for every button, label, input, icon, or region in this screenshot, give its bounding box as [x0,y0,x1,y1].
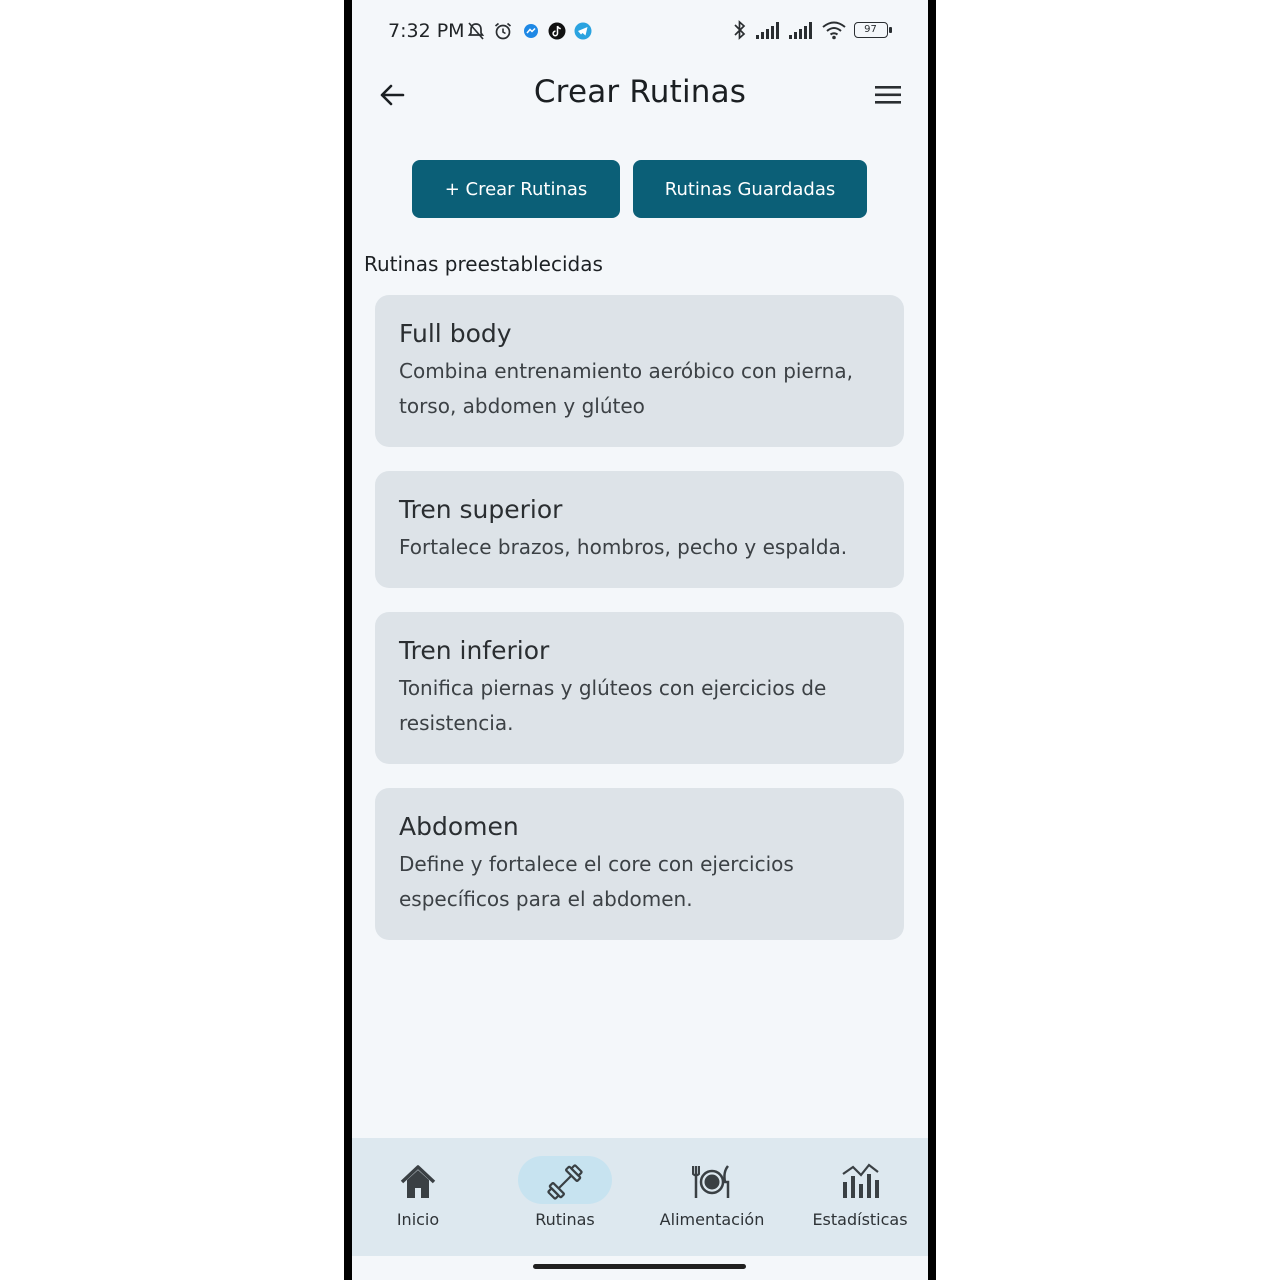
routine-card-lower-body[interactable]: Tren inferior Tonifica piernas y glúteos… [375,612,904,764]
nav-label: Alimentación [659,1210,765,1229]
battery-tip [889,27,892,33]
page-title: Crear Rutinas [533,74,747,110]
signal-icon-2 [789,22,812,39]
routine-description-line: Define y fortalece el core con ejercicio… [399,852,794,876]
routine-title: Abdomen [399,812,519,841]
home-icon [400,1165,436,1198]
status-icons: 97 [732,19,892,41]
alarm-icon [494,22,512,40]
home-gesture-bar[interactable] [533,1264,746,1269]
bottom-navigation: Inicio Rutinas Alimentación Estadísticas [352,1138,928,1256]
nav-item-estadisticas[interactable]: Estadísticas [790,1138,928,1256]
routine-description-line: resistencia. [399,711,514,735]
routine-card-full-body[interactable]: Full body Combina entrenamiento aeróbico… [375,295,904,447]
routine-description-line: torso, abdomen y glúteo [399,394,645,418]
muted-bell-icon [467,22,485,40]
wifi-icon [822,21,846,40]
routine-description-line: Combina entrenamiento aeróbico con piern… [399,359,853,383]
nav-item-rutinas[interactable]: Rutinas [495,1138,635,1256]
routine-description-line: específicos para el abdomen. [399,887,693,911]
battery-level-text: 97 [864,24,877,35]
stats-icon [842,1163,879,1198]
routine-card-upper-body[interactable]: Tren superior Fortalece brazos, hombros,… [375,471,904,588]
routine-title: Full body [399,319,512,348]
messenger-icon [524,24,538,38]
app-screen: 7:32 PM 97 Crear Rutinas + Crear Rutinas… [352,0,928,1280]
nav-label: Inicio [396,1210,440,1229]
signal-icon-1 [756,22,779,39]
routine-title: Tren inferior [399,636,550,665]
plate-cutlery-icon [692,1165,730,1198]
nav-label: Estadísticas [812,1210,908,1229]
nav-item-alimentacion[interactable]: Alimentación [642,1138,782,1256]
routine-card-abdomen[interactable]: Abdomen Define y fortalece el core con e… [375,788,904,940]
hamburger-menu-icon[interactable] [874,82,902,108]
telegram-icon [574,22,592,40]
create-routine-button[interactable]: + Crear Rutinas [412,160,620,218]
dumbbell-icon [547,1164,583,1200]
nav-label: Rutinas [535,1210,595,1229]
saved-routines-button[interactable]: Rutinas Guardadas [633,160,867,218]
battery-indicator: 97 [854,22,892,38]
section-title: Rutinas preestablecidas [364,252,603,276]
bluetooth-icon [734,20,746,40]
routine-title: Tren superior [399,495,563,524]
status-time: 7:32 PM [388,20,465,42]
routine-description-line: Fortalece brazos, hombros, pecho y espal… [399,535,848,559]
nav-item-inicio[interactable]: Inicio [352,1138,488,1256]
routine-description-line: Tonifica piernas y glúteos con ejercicio… [399,676,827,700]
tiktok-icon [548,22,566,40]
